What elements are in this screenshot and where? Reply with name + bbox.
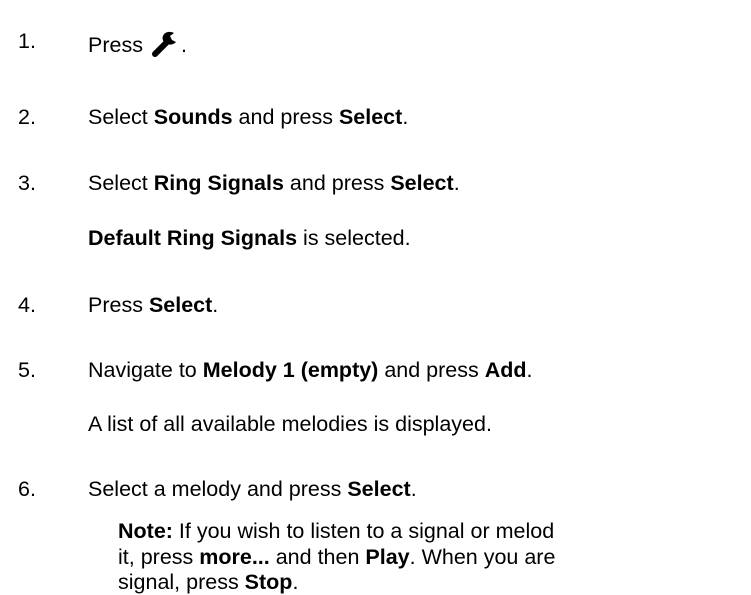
step-text: Press Select.: [88, 292, 218, 318]
step-text-bold: Sounds: [153, 105, 233, 129]
step-number: 5.: [18, 358, 36, 382]
step-text: Select Ring Signals and press Select.: [88, 170, 460, 196]
step-text: Select Sounds and press Select.: [88, 104, 408, 130]
wrench-icon: [151, 28, 181, 58]
note-line-3: signal, press Stop.: [118, 569, 298, 595]
step-number: 4.: [18, 293, 36, 317]
step-text-part: .: [453, 171, 460, 195]
step-text-bold: Select: [148, 293, 213, 317]
step-text-part: and press: [378, 358, 485, 382]
step-text-part: .: [180, 33, 187, 57]
step-text-part: .: [402, 105, 409, 129]
step-text-part: .: [526, 358, 533, 382]
note-label: Note:: [118, 519, 173, 543]
note-text: signal, press: [118, 570, 245, 594]
note-text-bold: more...: [199, 545, 270, 569]
step-text-bold: Select: [338, 105, 403, 129]
step-text-part: Select a melody and press: [88, 477, 348, 501]
step-text-part: and press: [283, 171, 391, 195]
note-text: If you wish to listen to a signal or mel…: [172, 519, 555, 543]
step-text-part: and press: [232, 105, 339, 129]
step-text-part: .: [212, 293, 219, 317]
step-result-text: Default Ring Signals is selected.: [88, 225, 411, 251]
note-text-bold: Stop: [244, 570, 293, 594]
step-text-part: Navigate to: [88, 358, 203, 382]
step-number: 6.: [18, 477, 36, 501]
step-text-part: Select: [88, 171, 154, 195]
step-number: 2.: [18, 105, 36, 129]
note-text: . When you are: [409, 545, 556, 569]
step-text-part: is selected.: [297, 226, 411, 250]
note-text: .: [292, 570, 299, 594]
note-text: and then: [269, 545, 366, 569]
note-text: it, press: [118, 545, 200, 569]
step-number: 3.: [18, 171, 36, 195]
note-text-bold: Play: [365, 545, 410, 569]
step-text-part: Press: [88, 293, 149, 317]
note-line-1: Note: If you wish to listen to a signal …: [118, 518, 554, 544]
step-text-part: Select: [88, 105, 154, 129]
step-text-bold: Select: [390, 171, 454, 195]
step-text-part: Press: [88, 33, 143, 57]
step-result-text: A list of all available melodies is disp…: [88, 412, 492, 436]
step-text: Press .: [88, 28, 187, 58]
step-number: 1.: [18, 29, 36, 53]
step-text: Navigate to Melody 1 (empty) and press A…: [88, 357, 533, 383]
step-text-bold: Default Ring Signals: [88, 226, 298, 250]
note-line-2: it, press more... and then Play. When yo…: [118, 544, 555, 570]
step-text-bold: Select: [347, 477, 411, 501]
step-text-part: .: [410, 477, 417, 501]
step-text-bold: Add: [484, 358, 527, 382]
step-text: Select a melody and press Select.: [88, 476, 417, 502]
step-text-bold: Ring Signals: [153, 171, 284, 195]
step-text-bold: Melody 1 (empty): [202, 358, 379, 382]
